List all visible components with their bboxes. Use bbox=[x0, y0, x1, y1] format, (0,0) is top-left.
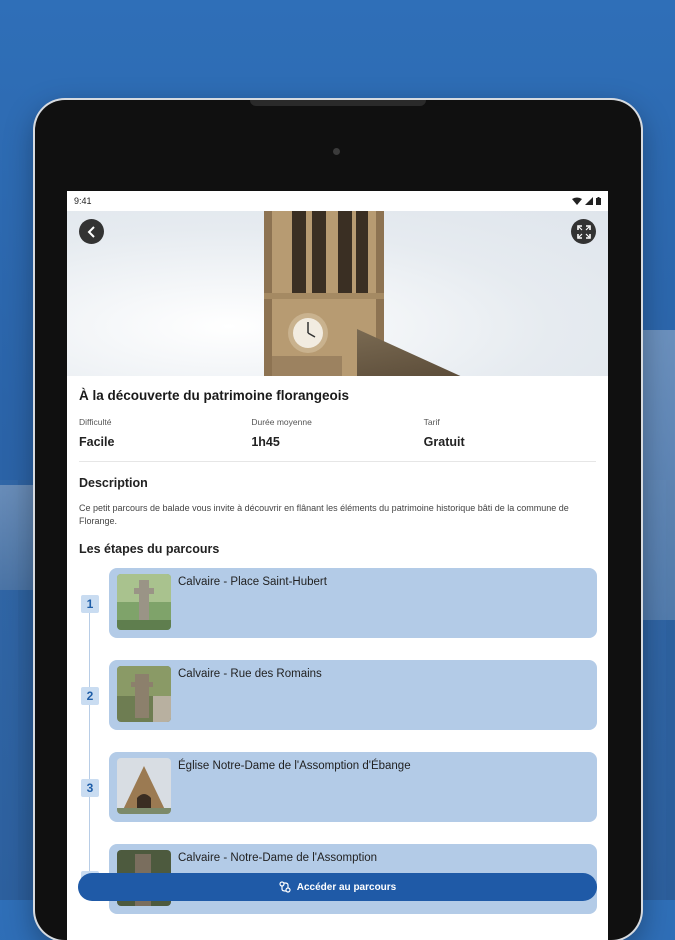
route-icon bbox=[279, 881, 291, 893]
info-value: 1h45 bbox=[251, 435, 280, 449]
battery-icon bbox=[596, 197, 601, 205]
step-name: Calvaire - Notre-Dame de l'Assomption bbox=[178, 852, 378, 864]
status-bar: 9:41 bbox=[67, 191, 608, 211]
info-label: Difficulté bbox=[79, 417, 112, 427]
step-card[interactable]: Calvaire - Rue des Romains bbox=[109, 660, 597, 730]
access-route-button[interactable]: Accéder au parcours bbox=[78, 873, 597, 901]
step-item[interactable]: 2 Calvaire - Rue des Romains bbox=[79, 660, 597, 730]
status-icons bbox=[572, 197, 601, 205]
step-item[interactable]: 3 Église Notre-Dame de l'Assomption d'Éb… bbox=[79, 752, 597, 822]
status-time: 9:41 bbox=[74, 196, 92, 206]
info-label: Tarif bbox=[423, 417, 440, 427]
camera-icon bbox=[333, 148, 340, 155]
description-text: Ce petit parcours de balade vous invite … bbox=[79, 503, 569, 526]
info-price: Tarif Gratuit bbox=[424, 417, 596, 449]
info-difficulty: Difficulté Facile bbox=[79, 417, 251, 449]
signal-icon bbox=[585, 197, 593, 205]
step-card[interactable]: Église Notre-Dame de l'Assomption d'Éban… bbox=[109, 752, 597, 822]
step-name: Calvaire - Rue des Romains bbox=[178, 668, 322, 680]
steps-list: 1 Calvaire - Place Saint-Hubert 2 Calvai… bbox=[79, 568, 597, 914]
access-route-label: Accéder au parcours bbox=[296, 881, 397, 893]
route-title: À la découverte du patrimoine florangeoi… bbox=[79, 388, 350, 403]
step-number: 1 bbox=[81, 595, 99, 613]
step-number: 3 bbox=[81, 779, 99, 797]
step-thumbnail bbox=[117, 574, 171, 630]
step-name: Calvaire - Place Saint-Hubert bbox=[178, 576, 327, 588]
step-item[interactable]: 1 Calvaire - Place Saint-Hubert bbox=[79, 568, 597, 638]
background-house bbox=[0, 485, 38, 590]
tablet-frame: 9:41 À la découverte du patrimoine flora… bbox=[35, 100, 641, 940]
step-thumbnail bbox=[117, 666, 171, 722]
app-screen: 9:41 À la découverte du patrimoine flora… bbox=[67, 191, 608, 940]
steps-title: Les étapes du parcours bbox=[79, 542, 220, 556]
background-building bbox=[635, 330, 675, 620]
expand-image-button[interactable] bbox=[571, 219, 596, 244]
info-value: Gratuit bbox=[423, 435, 465, 449]
route-details: À la découverte du patrimoine florangeoi… bbox=[67, 388, 608, 914]
info-label: Durée moyenne bbox=[251, 417, 312, 427]
hero-image bbox=[67, 211, 608, 376]
step-name: Église Notre-Dame de l'Assomption d'Éban… bbox=[178, 760, 411, 772]
description-title: Description bbox=[79, 476, 148, 490]
tablet-notch bbox=[250, 100, 426, 106]
wifi-icon bbox=[572, 197, 582, 205]
info-value: Facile bbox=[79, 435, 115, 449]
route-infos: Difficulté Facile Durée moyenne 1h45 Tar… bbox=[79, 417, 596, 462]
back-button[interactable] bbox=[79, 219, 104, 244]
step-number: 2 bbox=[81, 687, 99, 705]
chevron-left-icon bbox=[87, 225, 95, 238]
step-thumbnail bbox=[117, 758, 171, 814]
info-duration: Durée moyenne 1h45 bbox=[251, 417, 423, 449]
step-card[interactable]: Calvaire - Place Saint-Hubert bbox=[109, 568, 597, 638]
expand-icon bbox=[576, 224, 591, 239]
